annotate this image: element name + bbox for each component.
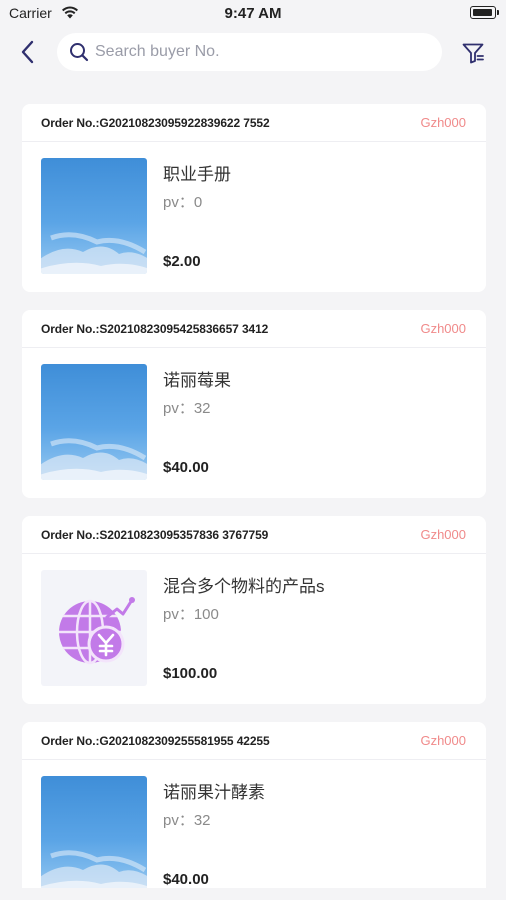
globe-yen-icon	[59, 597, 135, 665]
product-pv: pv：0	[163, 194, 203, 211]
product-image	[41, 364, 147, 480]
chevron-left-icon	[21, 40, 34, 64]
order-list: Order No.:G20210823095922839622 7552 Gzh…	[22, 104, 486, 888]
product-name: 职业手册	[163, 165, 231, 184]
product-image	[41, 158, 147, 274]
product-pv: pv：100	[163, 606, 219, 623]
product-pv: pv：32	[163, 812, 211, 829]
product-image	[41, 776, 147, 888]
order-body: 诺丽果汁酵素 pv：32 $40.00	[22, 760, 486, 888]
product-price: $100.00	[163, 665, 218, 682]
status-bar: Carrier 9:47 AM	[0, 0, 506, 26]
product-name: 诺丽果汁酵素	[163, 783, 265, 802]
order-header: Order No.:G2021082309255581955 42255 Gzh…	[22, 722, 486, 760]
order-tag: Gzh000	[420, 733, 466, 748]
filter-icon	[462, 43, 484, 64]
order-body: 混合多个物料的产品s pv：100 $100.00	[22, 554, 486, 704]
product-price: $40.00	[163, 871, 209, 888]
order-tag: Gzh000	[420, 115, 466, 130]
product-name: 混合多个物料的产品s	[163, 577, 325, 596]
product-pv: pv：32	[163, 400, 211, 417]
order-number: Order No.:G2021082309255581955 42255	[41, 733, 270, 748]
order-tag: Gzh000	[420, 527, 466, 542]
product-image	[41, 570, 147, 686]
order-number: Order No.:G20210823095922839622 7552	[41, 115, 270, 130]
filter-button[interactable]	[461, 41, 485, 65]
search-icon	[70, 43, 89, 62]
back-button[interactable]	[14, 38, 42, 66]
search-input[interactable]	[95, 43, 415, 61]
search-bar[interactable]	[57, 33, 442, 71]
product-name: 诺丽莓果	[163, 371, 231, 390]
order-card[interactable]: Order No.:S20210823095425836657 3412 Gzh…	[22, 310, 486, 498]
order-header: Order No.:S20210823095357836 3767759 Gzh…	[22, 516, 486, 554]
order-header: Order No.:G20210823095922839622 7552 Gzh…	[22, 104, 486, 142]
order-tag: Gzh000	[420, 321, 466, 336]
order-card[interactable]: Order No.:S20210823095357836 3767759 Gzh…	[22, 516, 486, 704]
order-body: 诺丽莓果 pv：32 $40.00	[22, 348, 486, 498]
product-price: $2.00	[163, 253, 201, 270]
order-header: Order No.:S20210823095425836657 3412 Gzh…	[22, 310, 486, 348]
order-card[interactable]: Order No.:G20210823095922839622 7552 Gzh…	[22, 104, 486, 292]
battery-icon	[470, 6, 499, 19]
product-price: $40.00	[163, 459, 209, 476]
order-body: 职业手册 pv：0 $2.00	[22, 142, 486, 292]
order-card[interactable]: Order No.:G2021082309255581955 42255 Gzh…	[22, 722, 486, 888]
order-number: Order No.:S20210823095425836657 3412	[41, 321, 269, 336]
nav-bar	[0, 26, 506, 78]
status-time: 9:47 AM	[224, 5, 282, 22]
order-number: Order No.:S20210823095357836 3767759	[41, 527, 269, 542]
